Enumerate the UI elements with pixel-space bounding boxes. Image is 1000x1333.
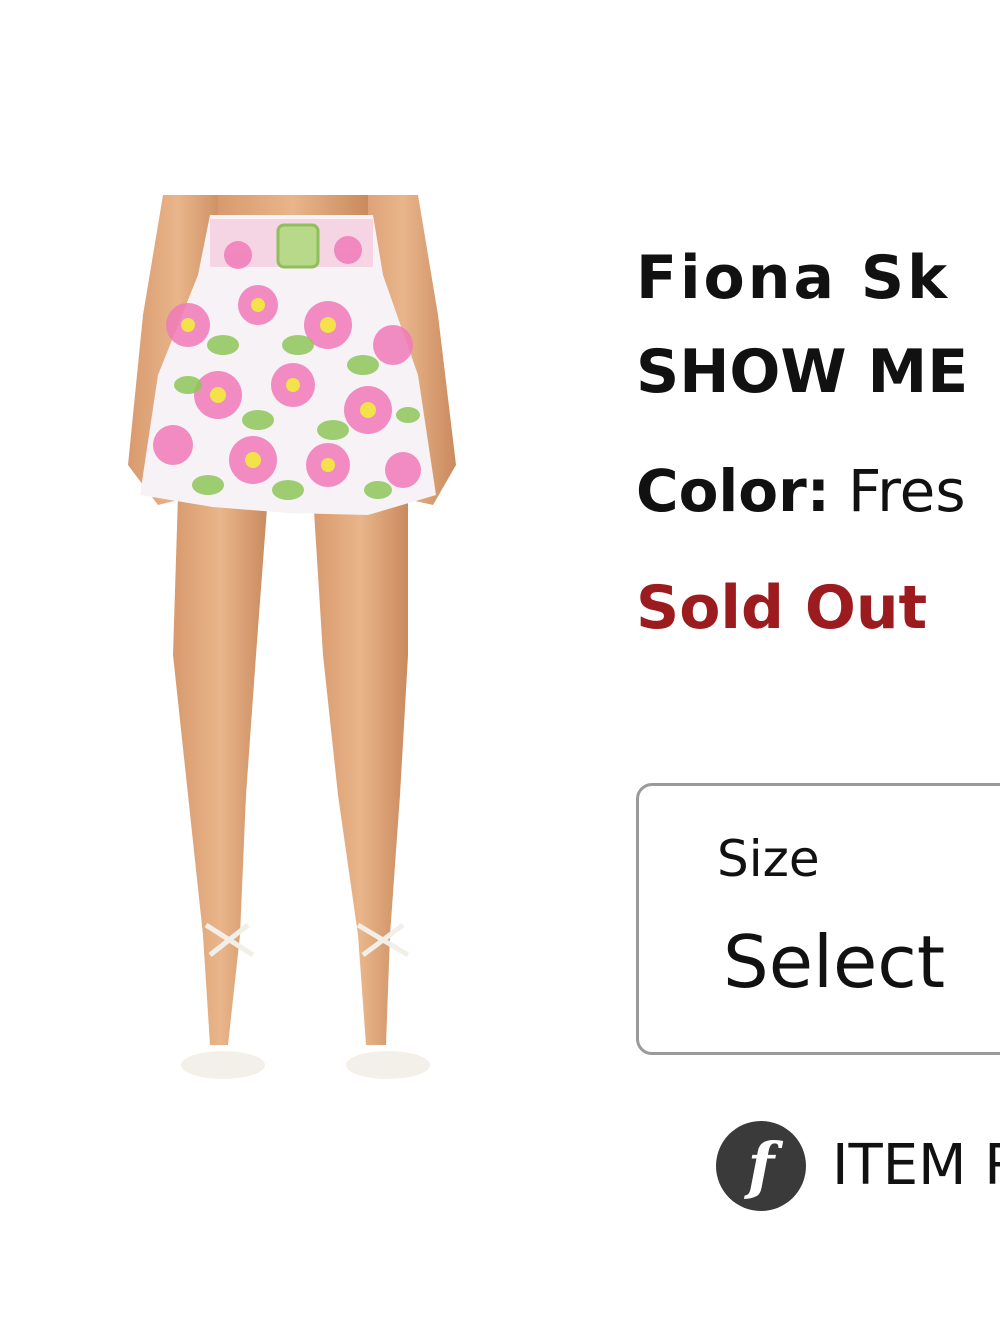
- color-label: Color:: [636, 457, 830, 525]
- fit-f-icon: f: [716, 1121, 806, 1211]
- color-row: Color: Fres: [636, 462, 966, 520]
- product-title: Fiona Sk: [636, 243, 950, 313]
- size-select-value: Select: [723, 920, 946, 1004]
- item-row-text: ITEM R: [832, 1133, 1000, 1198]
- size-select-label: Size: [717, 830, 820, 888]
- size-select[interactable]: Size Select: [636, 783, 1000, 1055]
- item-row[interactable]: f ITEM R: [716, 1120, 1000, 1212]
- product-brand[interactable]: SHOW ME: [636, 342, 968, 402]
- product-image[interactable]: [118, 195, 468, 1095]
- product-page: Fiona Sk SHOW ME Color: Fres Sold Out Siz…: [0, 0, 1000, 1333]
- stock-status: Sold Out: [636, 573, 928, 643]
- color-value: Fres: [847, 457, 966, 525]
